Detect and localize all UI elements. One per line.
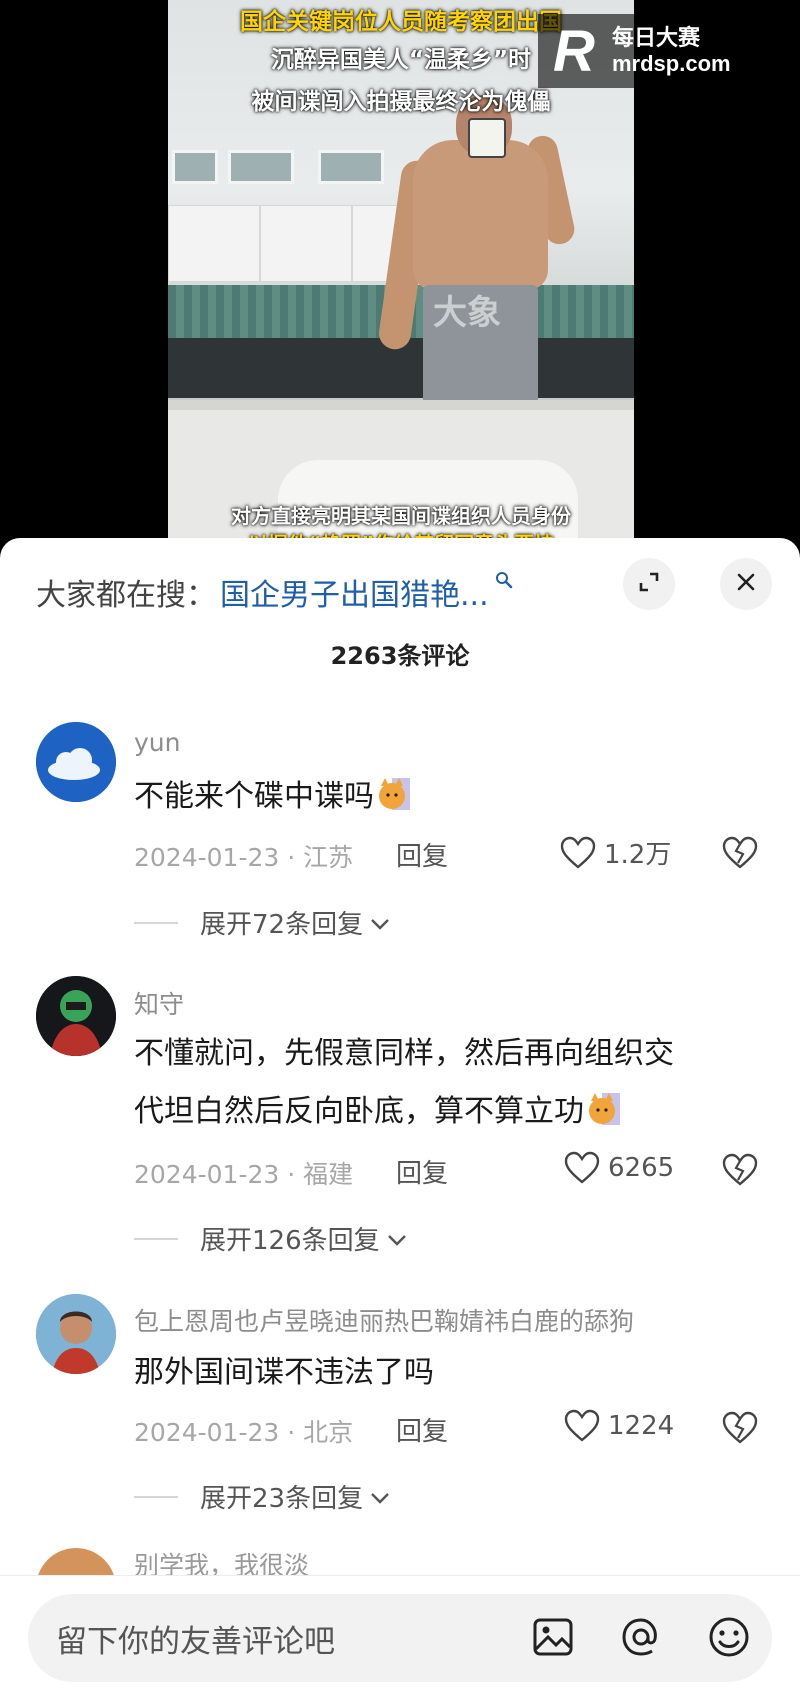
comment-username[interactable]: yun (134, 728, 180, 757)
dislike-button[interactable] (722, 1153, 758, 1187)
comment-text-line: 不懂就问，先假意同样，然后再向组织交 (134, 1036, 674, 1071)
video-subtitle: 对方直接亮明其某国间谍组织人员身份 (231, 504, 571, 528)
expand-replies[interactable]: 展开72条回复 (134, 904, 391, 941)
avatar[interactable] (36, 976, 116, 1056)
comment-username[interactable]: 包上恩周也卢昱晓迪丽热巴鞠婧祎白鹿的舔狗 (134, 1302, 634, 1338)
cat-emoji-icon (378, 774, 412, 810)
expand-button[interactable] (623, 558, 675, 610)
logo-name: 每日大赛 (612, 25, 701, 51)
cup (468, 118, 506, 158)
comment-input-bar: 留下你的友善评论吧 (0, 1575, 800, 1702)
window-decoration (228, 150, 294, 184)
dislike-button[interactable] (722, 836, 758, 870)
comment-text: 那外国间谍不违法了吗 (134, 1355, 434, 1390)
video-player[interactable]: 大象 国企关键岗位人员随考察团出国 沉醉异国美人“温柔乡”时 被间谍闯入拍摄最终… (0, 0, 800, 540)
search-icon (495, 570, 513, 594)
chevron-down-icon (369, 1482, 391, 1512)
window-decoration (172, 150, 218, 184)
divider (134, 1495, 178, 1498)
expand-replies-label: 展开72条回复 (200, 910, 364, 940)
window-decoration (318, 150, 384, 184)
like-button[interactable]: 1224 (564, 1409, 674, 1443)
reply-button[interactable]: 回复 (396, 1411, 448, 1448)
like-count: 1224 (608, 1411, 675, 1441)
comment-text: 不懂就问，先假意同样，然后再向组织交 代坦白然后反向卧底，算不算立功 (134, 1025, 754, 1141)
expand-replies-label: 展开126条回复 (200, 1226, 380, 1256)
site-logo: R 每日大赛 mrdsp.com (538, 14, 788, 88)
comment-sheet: 大家都在搜： 国企男子出国猎艳... 2263条评论 yun 不能来个碟中谍吗 … (0, 538, 800, 1701)
mention-button[interactable] (618, 1616, 664, 1662)
broken-heart-icon (722, 1153, 758, 1187)
comment-input-placeholder: 留下你的友善评论吧 (56, 1624, 335, 1660)
expand-replies[interactable]: 展开23条回复 (134, 1478, 391, 1515)
broken-heart-icon (722, 836, 758, 870)
chevron-down-icon (369, 908, 391, 938)
trending-search-term[interactable]: 国企男子出国猎艳... (220, 570, 489, 614)
like-count: 6265 (608, 1153, 675, 1183)
expand-replies[interactable]: 展开126条回复 (134, 1220, 408, 1257)
comment-date-location: 2024-01-23 · 福建 (134, 1160, 354, 1189)
image-button[interactable] (530, 1616, 576, 1662)
comment-count: 2263条评论 (330, 642, 470, 670)
cabinet (168, 205, 260, 282)
image-icon (532, 1617, 574, 1661)
logo-url: mrdsp.com (612, 51, 731, 76)
smiley-icon (707, 1615, 751, 1663)
expand-replies-label: 展开23条回复 (200, 1484, 364, 1514)
divider (134, 921, 178, 924)
chevron-down-icon (386, 1224, 408, 1254)
video-watermark: 大象 (433, 294, 501, 332)
person-torso (413, 140, 548, 290)
like-button[interactable]: 1.2万 (560, 834, 671, 871)
avatar[interactable] (36, 722, 116, 802)
reply-button[interactable]: 回复 (396, 836, 448, 873)
broken-heart-icon (722, 1411, 758, 1445)
close-button[interactable] (720, 558, 772, 610)
comment-text-content: 代坦白然后反向卧底，算不算立功 (134, 1094, 584, 1129)
at-icon (619, 1615, 663, 1663)
comment-text-content: 不能来个碟中谍吗 (134, 779, 374, 814)
comment-input[interactable]: 留下你的友善评论吧 (28, 1594, 772, 1682)
heart-icon (564, 1151, 600, 1185)
logo-r-icon: R (553, 18, 595, 84)
like-count: 1.2万 (604, 840, 672, 870)
expand-icon (636, 569, 662, 599)
emoji-button[interactable] (706, 1616, 752, 1662)
close-icon (735, 571, 757, 597)
trending-search[interactable]: 大家都在搜： 国企男子出国猎艳... (36, 570, 513, 614)
comment-text: 不能来个碟中谍吗 (134, 768, 754, 826)
cabinet (260, 205, 352, 282)
heart-icon (560, 836, 596, 870)
like-button[interactable]: 6265 (564, 1151, 674, 1185)
comment-text-line: 代坦白然后反向卧底，算不算立功 (134, 1083, 754, 1141)
cat-emoji-icon (588, 1089, 622, 1125)
dislike-button[interactable] (722, 1411, 758, 1445)
comment-date-location: 2024-01-23 · 北京 (134, 1418, 354, 1447)
trending-search-label: 大家都在搜： (36, 578, 216, 613)
heart-icon (564, 1409, 600, 1443)
divider (134, 1237, 178, 1240)
comment-date-location: 2024-01-23 · 江苏 (134, 843, 354, 872)
comment-username[interactable]: 知守 (134, 985, 184, 1021)
avatar[interactable] (36, 1294, 116, 1374)
reply-button[interactable]: 回复 (396, 1153, 448, 1190)
